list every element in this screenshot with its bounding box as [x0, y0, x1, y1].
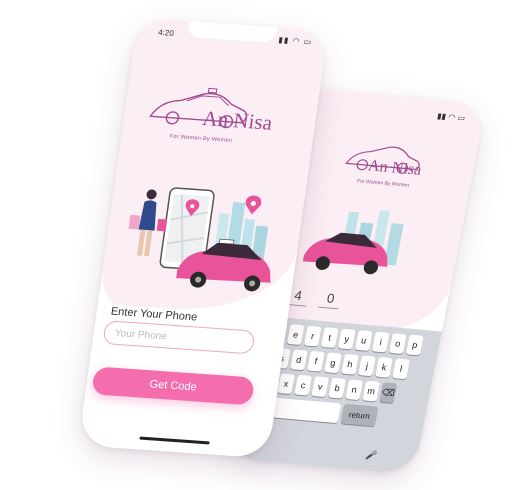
key[interactable]: d [289, 349, 308, 371]
key[interactable]: u [354, 330, 373, 352]
key[interactable]: e [286, 324, 305, 346]
key[interactable]: b [328, 377, 347, 399]
logo-title: An Nisa [201, 106, 274, 135]
phone-input[interactable]: Your Phone [102, 320, 256, 355]
microphone-icon[interactable]: 🎤 [365, 450, 378, 462]
get-code-button[interactable]: Get Code [91, 366, 256, 406]
key[interactable]: f [307, 350, 325, 372]
key[interactable]: g [324, 352, 342, 374]
back-city-car-illustration-icon [302, 190, 404, 275]
woman-phone-taxi-illustration-icon [128, 187, 271, 292]
key[interactable]: p [405, 334, 424, 356]
space-key[interactable] [267, 397, 342, 424]
return-key[interactable]: return [340, 403, 379, 427]
key[interactable]: v [311, 376, 330, 398]
key[interactable]: r [303, 325, 322, 347]
home-indicator [139, 436, 210, 445]
backspace-icon[interactable]: ⌫ [379, 382, 398, 404]
key[interactable]: i [371, 331, 390, 353]
key[interactable]: h [341, 353, 359, 375]
key[interactable]: l [392, 358, 410, 380]
hero-illustration [108, 167, 295, 303]
key[interactable]: m [362, 380, 381, 402]
status-time: 4:20 [157, 27, 175, 38]
key[interactable]: c [294, 374, 313, 396]
key[interactable]: x [277, 373, 296, 395]
key[interactable]: n [345, 379, 364, 401]
back-logo: An Nisa For Women By Women [338, 134, 428, 191]
key[interactable]: t [320, 327, 339, 349]
key[interactable]: k [375, 356, 393, 378]
key[interactable]: y [337, 328, 356, 350]
back-illustration [295, 190, 431, 292]
key[interactable]: o [388, 333, 407, 354]
code-digit-2[interactable]: 0 [318, 290, 343, 310]
key[interactable]: j [358, 355, 376, 377]
